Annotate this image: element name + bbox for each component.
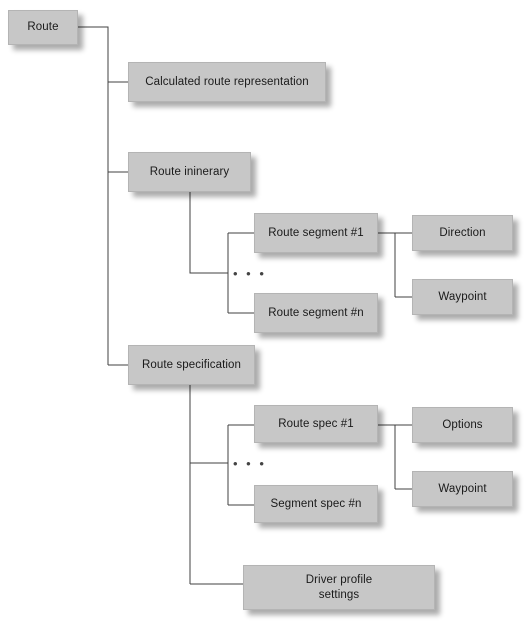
node-driver-profile-settings[interactable]: Driver profile settings — [243, 565, 435, 610]
segments-ellipsis: • • • — [233, 266, 267, 281]
node-route[interactable]: Route — [8, 10, 78, 45]
node-route-segment-1-label: Route segment #1 — [268, 226, 364, 239]
node-calculated-route-representation-label: Calculated route representation — [145, 75, 309, 88]
node-segment-spec-n-label: Segment spec #n — [270, 497, 362, 510]
node-route-spec-1-label: Route spec #1 — [278, 417, 354, 430]
node-options-label: Options — [442, 418, 483, 431]
route-hierarchy-diagram: Route Calculated route representation Ro… — [0, 0, 525, 621]
node-route-ininerary[interactable]: Route ininerary — [128, 152, 251, 192]
node-segment-spec-n[interactable]: Segment spec #n — [254, 485, 378, 523]
node-route-specification[interactable]: Route specification — [128, 345, 255, 385]
node-route-segment-1[interactable]: Route segment #1 — [254, 213, 378, 253]
node-route-label: Route — [27, 21, 59, 34]
connector-route-trunk — [78, 26, 109, 365]
node-route-ininerary-label: Route ininerary — [149, 165, 230, 178]
node-route-specification-label: Route specification — [141, 358, 242, 371]
specs-ellipsis: • • • — [233, 456, 267, 471]
node-route-spec-1[interactable]: Route spec #1 — [254, 405, 378, 443]
node-waypoint-spec[interactable]: Waypoint — [412, 471, 513, 507]
node-direction-label: Direction — [439, 226, 486, 239]
node-route-segment-n[interactable]: Route segment #n — [254, 293, 378, 333]
node-direction[interactable]: Direction — [412, 215, 513, 251]
node-options[interactable]: Options — [412, 407, 513, 443]
node-driver-profile-settings-label: Driver profile settings — [305, 574, 373, 601]
node-waypoint-segment[interactable]: Waypoint — [412, 279, 513, 315]
connector-itinerary-drop — [189, 192, 228, 274]
node-route-segment-n-label: Route segment #n — [268, 306, 364, 319]
node-waypoint-segment-label: Waypoint — [438, 290, 487, 303]
node-waypoint-spec-label: Waypoint — [438, 482, 487, 495]
node-calculated-route-representation[interactable]: Calculated route representation — [128, 62, 326, 102]
